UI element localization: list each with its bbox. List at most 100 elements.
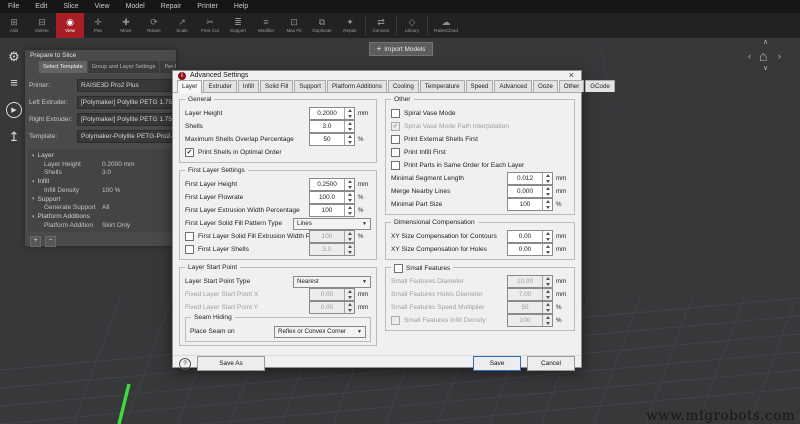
- add-template-button[interactable]: +: [30, 235, 41, 247]
- menu-file[interactable]: File: [0, 3, 27, 10]
- checkbox-unchecked-icon[interactable]: [391, 109, 400, 118]
- tab-solid-fill[interactable]: Solid Fill: [259, 80, 294, 92]
- help-icon[interactable]: ?: [179, 357, 191, 370]
- spin-down-icon[interactable]: [345, 114, 354, 120]
- tab-infill[interactable]: Infill: [237, 80, 259, 92]
- tab-support[interactable]: Support: [294, 80, 326, 92]
- export-upload-icon[interactable]: ↥: [9, 130, 20, 144]
- checkbox-unchecked-icon[interactable]: [391, 161, 400, 170]
- tab-other[interactable]: Other: [558, 80, 585, 92]
- free-cut-button[interactable]: ✂ Free Cut: [196, 13, 224, 38]
- checkbox-unchecked-icon[interactable]: [391, 135, 400, 144]
- tab-layer[interactable]: Layer: [177, 80, 203, 93]
- tree-group-platform-additions[interactable]: ▾ Platform Additions: [28, 212, 173, 221]
- save-button[interactable]: Save: [473, 356, 521, 371]
- spin-down-icon[interactable]: [543, 205, 552, 211]
- checkbox-unchecked-icon[interactable]: [391, 148, 400, 157]
- add-button[interactable]: ⊞ Add: [0, 13, 28, 38]
- tab-temperature[interactable]: Temperature: [419, 80, 465, 92]
- cancel-button[interactable]: Cancel: [527, 356, 575, 371]
- nav-left-chevron-icon[interactable]: ‹: [748, 51, 751, 61]
- spin-down-icon[interactable]: [345, 185, 354, 191]
- duplicate-button[interactable]: ⧉ Duplicate: [308, 13, 336, 38]
- menu-repair[interactable]: Repair: [153, 3, 190, 10]
- xy-compensation-contours-spinner[interactable]: 0.00: [507, 230, 553, 243]
- nav-down-chevron-icon[interactable]: ∨: [763, 64, 768, 72]
- max-fit-button[interactable]: ⊡ Max Fit: [280, 13, 308, 38]
- wrench-icon[interactable]: ⚙: [8, 50, 20, 64]
- checkbox-unchecked-icon[interactable]: [185, 245, 194, 254]
- start-slice-icon[interactable]: ▶: [6, 102, 22, 118]
- template-select[interactable]: Polymaker-Polylite PETG-Pro2-Standard-ex…: [77, 130, 176, 143]
- settings-list-icon[interactable]: ≡: [10, 76, 18, 90]
- merge-nearby-lines-spinner[interactable]: 0.000: [507, 185, 553, 198]
- spin-down-icon[interactable]: [345, 211, 354, 217]
- connect-button[interactable]: ⇄ Connect: [367, 13, 395, 38]
- tab-extruder[interactable]: Extruder: [203, 80, 237, 92]
- printer-select[interactable]: RAISE3D Pro2 Plus: [77, 79, 176, 92]
- tree-group-support[interactable]: ▾ Support: [28, 195, 173, 204]
- close-icon[interactable]: ×: [567, 71, 576, 80]
- raisecloud-button[interactable]: ☁ RaiseCloud: [429, 13, 463, 38]
- move-button[interactable]: ✚ Move: [112, 13, 140, 38]
- tab-platform-additions[interactable]: Platform Additions: [326, 80, 387, 92]
- tab-advanced[interactable]: Advanced: [494, 80, 532, 92]
- delete-button[interactable]: ⊟ Delete: [28, 13, 56, 38]
- dialog-titlebar[interactable]: i Advanced Settings ×: [173, 71, 581, 80]
- menu-edit[interactable]: Edit: [27, 3, 55, 10]
- small-features-checkbox-icon[interactable]: [394, 264, 403, 273]
- minimal-part-size-spinner[interactable]: 100: [507, 198, 553, 211]
- view-button[interactable]: ◉ View: [56, 13, 84, 38]
- tab-ooze[interactable]: Ooze: [532, 80, 558, 92]
- menu-model[interactable]: Model: [118, 3, 153, 10]
- nav-up-chevron-icon[interactable]: ∧: [763, 38, 768, 46]
- minimal-segment-length-spinner[interactable]: 0.012: [507, 172, 553, 185]
- tree-group-infill[interactable]: ▾ Infill: [28, 177, 173, 186]
- first-layer-extrusion-width-spinner[interactable]: 100: [309, 204, 355, 217]
- first-layer-pattern-dropdown[interactable]: Lines ▼: [293, 217, 371, 230]
- library-button[interactable]: ◇ Library: [398, 13, 426, 38]
- first-layer-flowrate-spinner[interactable]: 100.0: [309, 191, 355, 204]
- tab-cooling[interactable]: Cooling: [387, 80, 419, 92]
- spin-down-icon[interactable]: [345, 140, 354, 146]
- menu-view[interactable]: View: [87, 3, 118, 10]
- spin-down-icon[interactable]: [543, 192, 552, 198]
- first-layer-height-spinner[interactable]: 0.2500: [309, 178, 355, 191]
- spiral-vase-mode-row: Spiral Vase Mode: [391, 107, 569, 120]
- rotate-button[interactable]: ⟳ Rotate: [140, 13, 168, 38]
- place-seam-dropdown[interactable]: Reflex or Convex Corner ▼: [274, 325, 366, 338]
- spin-down-icon[interactable]: [345, 127, 354, 133]
- tree-group-layer[interactable]: ▾ Layer: [28, 151, 173, 160]
- checkbox-checked-icon[interactable]: [185, 148, 194, 157]
- import-models-button[interactable]: + Import Models: [369, 42, 433, 56]
- tab-speed[interactable]: Speed: [465, 80, 494, 92]
- spin-down-icon[interactable]: [543, 237, 552, 243]
- spin-down-icon[interactable]: [543, 250, 552, 256]
- spin-down-icon[interactable]: [543, 179, 552, 185]
- spin-down-icon[interactable]: [345, 198, 354, 204]
- pan-button[interactable]: ✛ Pan: [84, 13, 112, 38]
- modifier-button[interactable]: ≡ Modifier: [252, 13, 280, 38]
- support-button[interactable]: ≣ Support: [224, 13, 252, 38]
- home-view-icon[interactable]: ⌂: [759, 48, 767, 64]
- left-extruder-select[interactable]: [Polymaker] Polylite PETG 1.75mm (1 temp…: [77, 96, 176, 109]
- save-as-button[interactable]: Save As: [197, 356, 265, 371]
- shells-spinner[interactable]: 3.0: [309, 120, 355, 133]
- tab-gcode[interactable]: GCode: [585, 80, 615, 92]
- xy-compensation-holes-spinner[interactable]: 0.00: [507, 243, 553, 256]
- tab-group-layer-settings[interactable]: Group and Layer Settings: [87, 61, 160, 73]
- remove-template-button[interactable]: −: [45, 235, 56, 247]
- view-navigation-widget[interactable]: ∧ ‹ ⌂ › ∨: [742, 38, 790, 76]
- nav-right-chevron-icon[interactable]: ›: [778, 51, 781, 61]
- layer-height-spinner[interactable]: 0.2000: [309, 107, 355, 120]
- menu-help[interactable]: Help: [226, 3, 256, 10]
- menu-printer[interactable]: Printer: [189, 3, 226, 10]
- checkbox-unchecked-icon[interactable]: [185, 232, 194, 241]
- tab-select-template[interactable]: Select Template: [39, 61, 87, 73]
- repair-button[interactable]: ✦ Repair: [336, 13, 364, 38]
- scale-button[interactable]: ↗ Scale: [168, 13, 196, 38]
- right-extruder-select[interactable]: [Polymaker] Polylite PETG 1.75mm: [77, 113, 176, 126]
- max-shells-overlap-spinner[interactable]: 50: [309, 133, 355, 146]
- menu-slice[interactable]: Slice: [55, 3, 86, 10]
- layer-start-type-dropdown[interactable]: Nearest ▼: [293, 275, 371, 288]
